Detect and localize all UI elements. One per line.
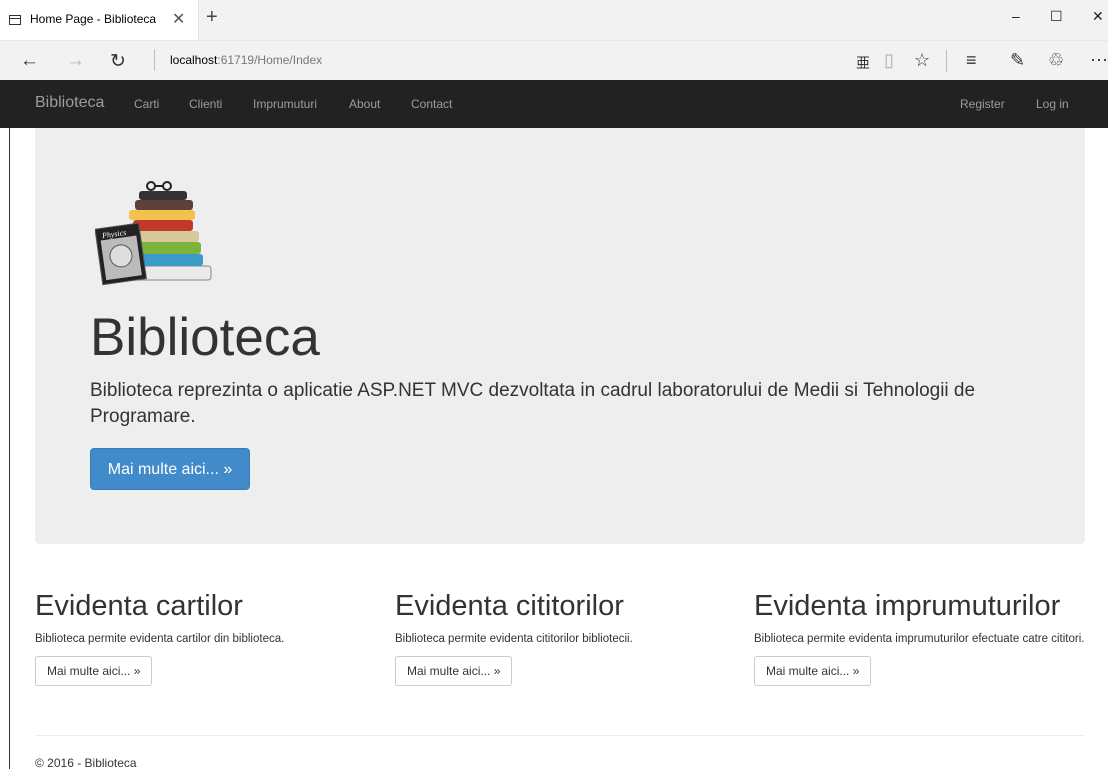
tab-title: Home Page - Biblioteca [30, 12, 157, 26]
footer-text: © 2016 - Biblioteca [35, 756, 137, 770]
address-separator [154, 49, 155, 71]
window-edge [9, 128, 10, 769]
column-more-button[interactable]: Mai multe aici... » [395, 656, 513, 686]
books-stack-image: Physics [95, 181, 212, 286]
column-text: Biblioteca permite evidenta cartilor din… [35, 633, 285, 645]
column-more-button[interactable]: Mai multe aici... » [754, 656, 872, 686]
reading-view-icon[interactable]: ▯ [884, 50, 894, 71]
page-title: Biblioteca [90, 308, 320, 367]
site-navbar: Biblioteca Carti Clienti Imprumuturi Abo… [0, 80, 1108, 128]
nav-link-imprumuturi[interactable]: Imprumuturi [253, 97, 317, 111]
new-tab-button[interactable]: + [206, 6, 218, 29]
share-icon[interactable]: ♲ [1048, 50, 1064, 71]
favorite-star-icon[interactable]: ☆ [914, 50, 930, 71]
column-cititori: Evidenta cititorilor Biblioteca permite … [395, 590, 735, 686]
toolbar-separator [946, 50, 947, 72]
column-title: Evidenta imprumuturilor [754, 590, 1061, 622]
refresh-icon[interactable]: ↻ [110, 50, 126, 73]
url-host: localhost [170, 53, 218, 67]
column-imprumuturi: Evidenta imprumuturilor Biblioteca permi… [754, 590, 1094, 686]
browser-tab-bar: Home Page - Biblioteca ✕ + – ☐ ✕ [0, 0, 1108, 40]
minimize-button[interactable]: – [1012, 8, 1020, 24]
url-path: :61719/Home/Index [217, 53, 323, 67]
more-icon[interactable]: ⋯ [1090, 50, 1108, 71]
back-arrow-icon[interactable]: ← [20, 50, 39, 72]
column-carti: Evidenta cartilor Biblioteca permite evi… [35, 590, 375, 686]
nav-link-carti[interactable]: Carti [134, 97, 159, 111]
address-bar: ← → ↻ localhost:61719/Home/Index 亜 ▯ ☆ ≡… [0, 40, 1108, 81]
learn-more-button[interactable]: Mai multe aici... » [90, 448, 250, 490]
web-note-icon[interactable]: ✎ [1010, 50, 1025, 71]
translate-icon[interactable]: 亜 [856, 53, 870, 73]
tab-close-icon[interactable]: ✕ [172, 9, 185, 29]
lead-text: Biblioteca reprezinta o aplicatie ASP.NE… [90, 380, 976, 427]
url-field[interactable]: localhost:61719/Home/Index [170, 53, 322, 67]
close-window-button[interactable]: ✕ [1092, 8, 1104, 25]
column-more-button[interactable]: Mai multe aici... » [35, 656, 153, 686]
nav-link-login[interactable]: Log in [1036, 97, 1069, 111]
browser-tab[interactable]: Home Page - Biblioteca ✕ [0, 0, 199, 40]
page-icon [9, 15, 21, 25]
column-title: Evidenta cartilor [35, 590, 243, 622]
navbar-brand[interactable]: Biblioteca [35, 94, 104, 112]
nav-link-contact[interactable]: Contact [411, 97, 452, 111]
column-text: Biblioteca permite evidenta imprumuturil… [754, 633, 1085, 645]
column-title: Evidenta cititorilor [395, 590, 624, 622]
hub-icon[interactable]: ≡ [966, 50, 977, 71]
maximize-button[interactable]: ☐ [1050, 8, 1063, 25]
nav-link-register[interactable]: Register [960, 97, 1005, 111]
nav-link-clienti[interactable]: Clienti [189, 97, 222, 111]
column-text: Biblioteca permite evidenta cititorilor … [395, 633, 633, 645]
forward-arrow-icon[interactable]: → [66, 50, 85, 72]
footer-divider [35, 735, 1085, 736]
jumbotron: Physics Biblioteca Biblioteca reprezinta… [35, 128, 1085, 544]
nav-link-about[interactable]: About [349, 97, 380, 111]
